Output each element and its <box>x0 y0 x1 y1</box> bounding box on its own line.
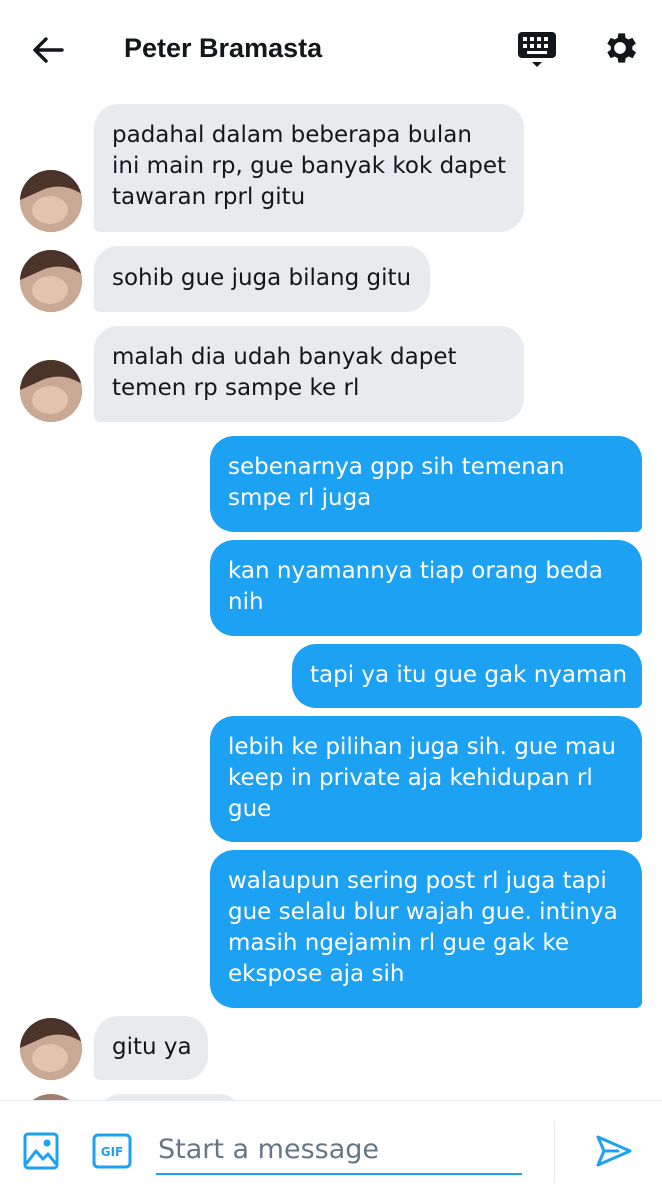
message-line: malah dia udah banyak dapet <box>112 344 457 370</box>
message-composer: GIF <box>0 1100 662 1201</box>
message-line: temen rp sampe ke rl <box>112 375 360 401</box>
message-line: ini main rp, gue banyak kok dapet <box>112 153 507 179</box>
message-line: sohib gue juga bilang gitu <box>112 265 412 291</box>
message-line: keep in private aja kehidupan rl <box>228 765 593 791</box>
message-line: smpe rl juga <box>228 485 372 511</box>
avatar[interactable] <box>20 1018 82 1080</box>
gif-icon: GIF <box>92 1133 132 1169</box>
message-line: ekspose aja sih <box>228 961 405 987</box>
message-line: padahal dalam beberapa bulan <box>112 122 472 148</box>
message-line: gue selalu blur wajah gue. intinya <box>228 899 618 925</box>
message-line: sebenarnya gpp sih temenan <box>228 454 565 480</box>
settings-button[interactable] <box>600 28 640 68</box>
message-bubble-outgoing[interactable]: walaupun sering post rl juga tapi gue se… <box>210 850 642 1008</box>
add-gif-button[interactable]: GIF <box>92 1133 132 1169</box>
send-button[interactable] <box>592 1129 636 1173</box>
keyboard-icon <box>518 32 556 67</box>
avatar-photo <box>20 1018 82 1080</box>
message-bubble-outgoing[interactable]: tapi ya itu gue gak nyaman <box>292 644 642 708</box>
avatar[interactable] <box>20 360 82 422</box>
arrow-left-icon <box>33 37 64 63</box>
message-bubble-outgoing[interactable]: sebenarnya gpp sih temenan smpe rl juga <box>210 436 642 532</box>
avatar-photo <box>20 250 82 312</box>
message-line: gue <box>228 796 272 822</box>
avatar-photo <box>20 170 82 232</box>
message-bubble-incoming[interactable]: malah dia udah banyak dapet temen rp sam… <box>94 326 524 422</box>
message-input[interactable] <box>156 1125 522 1175</box>
message-line: tawaran rprl gitu <box>112 184 306 210</box>
message-line: nih <box>228 589 264 615</box>
message-bubble-incoming[interactable]: gitu ya <box>94 1016 208 1080</box>
avatar-photo <box>20 360 82 422</box>
back-button[interactable] <box>28 30 68 70</box>
message-bubble-outgoing[interactable]: lebih ke pilihan juga sih. gue mau keep … <box>210 716 642 842</box>
divider <box>554 1121 555 1183</box>
message-line: tapi ya itu gue gak nyaman <box>310 662 628 688</box>
message-line: masih ngejamin rl gue gak ke <box>228 930 570 956</box>
keyboard-button[interactable] <box>516 28 560 72</box>
conversation-header: Peter Bramasta <box>0 0 662 96</box>
message-bubble-incoming[interactable]: padahal dalam beberapa bulan ini main rp… <box>94 104 524 232</box>
conversation-title: Peter Bramasta <box>124 33 323 63</box>
gear-icon <box>607 33 636 63</box>
send-icon <box>596 1135 632 1167</box>
message-line: gitu ya <box>112 1034 192 1060</box>
message-list[interactable]: padahal dalam beberapa bulan ini main rp… <box>0 96 662 1100</box>
message-line: kan nyamannya tiap orang beda <box>228 558 603 584</box>
avatar[interactable] <box>20 170 82 232</box>
message-line: lebih ke pilihan juga sih. gue mau <box>228 734 616 760</box>
svg-text:GIF: GIF <box>101 1145 124 1159</box>
message-bubble-outgoing[interactable]: kan nyamannya tiap orang beda nih <box>210 540 642 636</box>
image-icon <box>23 1132 59 1170</box>
add-photo-button[interactable] <box>22 1131 60 1171</box>
message-line: walaupun sering post rl juga tapi <box>228 868 607 894</box>
avatar[interactable] <box>20 250 82 312</box>
message-bubble-incoming[interactable]: sohib gue juga bilang gitu <box>94 246 430 312</box>
